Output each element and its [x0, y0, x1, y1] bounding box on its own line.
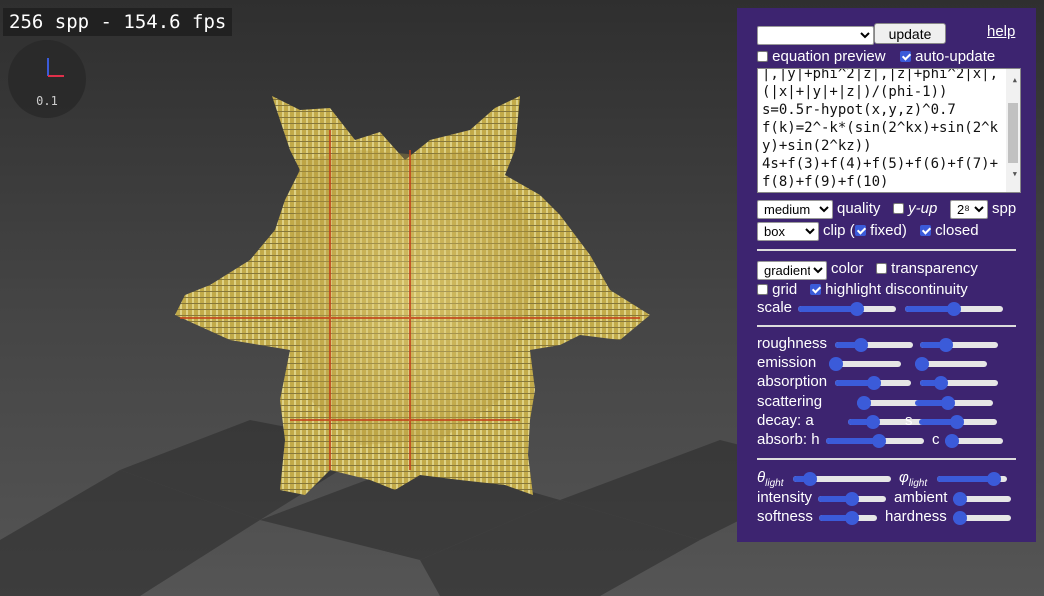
scroll-down-icon[interactable]: ▼ — [1013, 165, 1017, 183]
phi-light-label: φlight — [899, 469, 928, 489]
equation-editor[interactable]: |,|y|+phi^2|z|,|z|+phi^2|x|,(|x|+|y|+|z|… — [757, 68, 1021, 193]
softness-slider[interactable] — [819, 511, 877, 525]
fixed-checkbox[interactable] — [855, 225, 866, 236]
ambient-slider[interactable] — [953, 492, 1011, 506]
equation-text: |,|y|+phi^2|z|,|z|+phi^2|x|,(|x|+|y|+|z|… — [762, 68, 999, 190]
slider-fill — [798, 306, 858, 312]
scattering-slider-2[interactable] — [915, 396, 993, 410]
slider-fill — [937, 476, 995, 482]
closed-label: closed — [935, 222, 979, 239]
scale-slider-2[interactable] — [905, 302, 1003, 316]
y-up-checkbox[interactable] — [893, 203, 904, 214]
highlight-discontinuity-checkbox[interactable] — [810, 284, 821, 295]
clip-select[interactable]: box — [757, 222, 819, 241]
roughness-slider-1[interactable] — [835, 338, 913, 352]
slider-knob[interactable] — [947, 302, 961, 316]
slider-knob[interactable] — [949, 415, 964, 429]
decay-s-label: s — [905, 412, 913, 429]
intensity-slider[interactable] — [818, 492, 886, 506]
slider-knob[interactable] — [845, 492, 859, 506]
highlight-discontinuity-label: highlight discontinuity — [825, 281, 968, 298]
closed-checkbox[interactable] — [920, 225, 931, 236]
divider — [757, 325, 1016, 327]
slider-knob[interactable] — [939, 338, 954, 352]
decay-a-slider[interactable] — [848, 415, 926, 429]
divider — [757, 458, 1016, 460]
slider-knob[interactable] — [850, 302, 865, 316]
slider-knob[interactable] — [940, 396, 955, 410]
transparency-label: transparency — [891, 260, 978, 277]
slider-knob[interactable] — [854, 338, 869, 352]
scroll-up-icon[interactable]: ▲ — [1013, 71, 1017, 89]
emission-slider-1[interactable] — [829, 357, 901, 371]
slider-knob[interactable] — [865, 415, 880, 429]
slider-knob[interactable] — [945, 434, 959, 448]
hardness-label: hardness — [885, 508, 947, 525]
slider-knob[interactable] — [953, 511, 967, 525]
equation-preview-checkbox[interactable] — [757, 51, 768, 62]
emission-slider-2[interactable] — [915, 357, 987, 371]
absorb-c-label: c — [932, 431, 940, 448]
spp-select[interactable]: 2⁸ — [950, 200, 988, 219]
ambient-label: ambient — [894, 489, 948, 506]
help-link[interactable]: help — [987, 23, 1015, 40]
scattering-label: scattering — [757, 393, 823, 410]
intensity-label: intensity — [757, 489, 813, 506]
decay-a-label: decay: a — [757, 412, 814, 429]
preset-select[interactable] — [757, 26, 874, 45]
slider-knob[interactable] — [829, 357, 843, 371]
axes-scale-label: 0.1 — [36, 94, 58, 108]
decay-s-slider[interactable] — [919, 415, 997, 429]
axes-gizmo[interactable]: 0.1 — [8, 40, 86, 118]
slider-knob[interactable] — [803, 472, 818, 486]
hardness-slider[interactable] — [953, 511, 1011, 525]
slider-knob[interactable] — [857, 396, 871, 410]
emission-label: emission — [757, 354, 817, 371]
quality-label: quality — [837, 200, 881, 217]
absorption-slider-2[interactable] — [920, 376, 998, 390]
slider-knob[interactable] — [872, 434, 887, 448]
color-select[interactable]: gradient — [757, 261, 827, 280]
quality-select[interactable]: medium — [757, 200, 833, 219]
slider-knob[interactable] — [867, 376, 882, 390]
fixed-label: fixed) — [870, 222, 907, 239]
roughness-label: roughness — [757, 335, 828, 352]
slider-knob[interactable] — [845, 511, 860, 525]
update-button[interactable]: update — [874, 23, 946, 44]
transparency-checkbox[interactable] — [876, 263, 887, 274]
equation-preview-label: equation preview — [772, 48, 886, 65]
grid-checkbox[interactable] — [757, 284, 768, 295]
absorb-h-slider[interactable] — [826, 434, 924, 448]
fps-counter: 256 spp - 154.6 fps — [3, 8, 233, 36]
auto-update-checkbox[interactable] — [900, 51, 911, 62]
auto-update-label: auto-update — [915, 48, 996, 65]
phi-light-slider[interactable] — [937, 472, 1007, 486]
y-up-label: y-up — [908, 200, 938, 217]
absorb-c-slider[interactable] — [945, 434, 1003, 448]
clip-label: clip ( — [823, 222, 855, 239]
scale-label: scale — [757, 299, 793, 316]
absorb-h-label: absorb: h — [757, 431, 820, 448]
theta-light-slider[interactable] — [793, 472, 891, 486]
slider-knob[interactable] — [987, 472, 1002, 486]
absorption-label: absorption — [757, 373, 828, 390]
slider-knob[interactable] — [934, 376, 949, 390]
divider — [757, 249, 1016, 251]
grid-label: grid — [772, 281, 798, 298]
absorption-slider-1[interactable] — [835, 376, 911, 390]
scale-slider-1[interactable] — [798, 302, 896, 316]
control-panel: update help equation preview auto-update… — [737, 8, 1036, 542]
roughness-slider-2[interactable] — [920, 338, 998, 352]
equation-scrollbar[interactable]: ▲ ▼ — [1006, 69, 1020, 192]
slider-knob[interactable] — [915, 357, 929, 371]
scroll-thumb[interactable] — [1008, 103, 1018, 163]
color-label: color — [831, 260, 864, 277]
slider-knob[interactable] — [953, 492, 967, 506]
theta-light-label: θlight — [757, 469, 784, 489]
spp-label: spp — [992, 200, 1017, 217]
softness-label: softness — [757, 508, 813, 525]
